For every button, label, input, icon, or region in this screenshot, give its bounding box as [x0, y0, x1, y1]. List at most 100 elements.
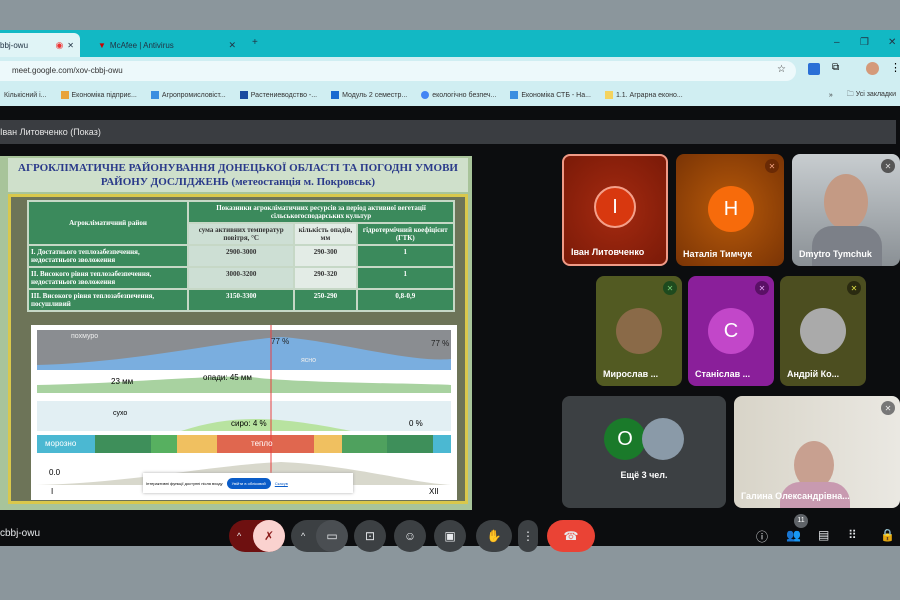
bookmark[interactable]: 1.1. Аграрна еконо...: [604, 91, 683, 99]
people-icon[interactable]: 👥: [786, 528, 801, 542]
star-icon[interactable]: ☆: [777, 64, 786, 75]
temperature-strip: [37, 435, 451, 453]
participant-name: Мирослав ...: [603, 369, 659, 379]
header-cell: сума активних температур повітря, °С: [186, 222, 296, 246]
climate-chart: похмуро 77 % 77 % ясно 23 мм опади: 45 м…: [31, 325, 457, 500]
emoji-icon: ☺: [403, 529, 417, 543]
dry-label: сухо: [113, 410, 128, 417]
cloud-peak-label: 77 %: [271, 337, 290, 346]
participant-tile[interactable]: ✕ Dmytro Tymchuk: [792, 154, 900, 266]
camera-button[interactable]: ▭: [316, 520, 348, 552]
humid-peak-label: сиро: 4 %: [231, 419, 267, 428]
more-participants-tile[interactable]: О Ещё 3 чел.: [562, 396, 726, 508]
menu-icon[interactable]: ⋮: [890, 61, 900, 74]
tab-label: cbbj-owu: [0, 40, 29, 50]
cloud-label: похмуро: [71, 333, 99, 340]
bookmark-icon: [604, 91, 613, 99]
login-popup: Інтерактивні функції доступні після вход…: [143, 473, 353, 493]
bookmark[interactable]: Кількісний і...: [4, 92, 47, 99]
tab-mcafee[interactable]: ▼ McAfee | Antivirus ✕: [92, 33, 242, 57]
cell: 0,8-0,9: [355, 288, 456, 312]
header-cell: гідротермічний коефіцієнт (ГТК): [355, 222, 456, 246]
mic-off-button[interactable]: ✗: [253, 520, 285, 552]
present-button[interactable]: ⊡: [354, 520, 386, 552]
mic-off-icon: ✕: [755, 281, 769, 295]
present-icon: ⊡: [364, 529, 376, 543]
new-tab-button[interactable]: +: [252, 37, 258, 48]
presented-slide: АГРОКЛІМАТИЧНЕ РАЙОНУВАННЯ ДОНЕЦЬКОЇ ОБЛ…: [0, 156, 472, 510]
participant-tile[interactable]: ✕ С Станіслав ...: [688, 276, 774, 386]
cell: 2900-3000: [186, 244, 296, 268]
host-controls-icon[interactable]: 🔒: [880, 528, 895, 542]
bookmark[interactable]: Агропромисловіст...: [150, 91, 226, 99]
tab-meet[interactable]: cbbj-owu ◉✕: [0, 33, 80, 57]
participant-count-badge: 11: [794, 514, 808, 528]
participant-tile[interactable]: І Іван Литовченко: [562, 154, 668, 266]
bookmark[interactable]: екологічно безпеч...: [421, 91, 496, 99]
participant-tile[interactable]: ✕ Андрій Ко...: [780, 276, 866, 386]
bookmark-label: Економіка підприє...: [71, 91, 137, 99]
avatar: С: [708, 308, 754, 354]
warm-label: тепло: [251, 439, 273, 448]
participant-tile[interactable]: ✕ Мирослав ...: [596, 276, 682, 386]
participant-name: Андрій Ко...: [787, 369, 840, 379]
bookmark-icon: [150, 91, 159, 99]
bookmark[interactable]: Модуль 2 семестр...: [331, 91, 407, 99]
close-tab-icon[interactable]: ✕: [228, 40, 236, 51]
url-input[interactable]: meet.google.com/xov-cbbj-owu ☆: [0, 61, 796, 81]
close-window-button[interactable]: ✕: [888, 37, 896, 48]
meeting-info-icon[interactable]: ⓘ: [756, 528, 768, 545]
hand-icon: ✋: [486, 529, 502, 543]
bookmark[interactable]: Економіка СТБ - На...: [510, 91, 591, 99]
cell: 290-320: [293, 266, 358, 290]
participant-name: Іван Литовченко: [571, 247, 645, 257]
profile-avatar[interactable]: [866, 62, 879, 75]
popup-cancel-link[interactable]: Скасув: [275, 481, 288, 486]
participant-tile[interactable]: ✕ Н Наталія Тимчук: [676, 154, 784, 266]
mic-off-icon: ✕: [663, 281, 677, 295]
activities-icon[interactable]: ⠿: [848, 528, 857, 542]
captions-button[interactable]: ▣: [434, 520, 466, 552]
table-row: ІІ. Високого рівня теплозабезпечення, не…: [27, 266, 456, 290]
cell: І. Достатнього теплозабезпечення, недост…: [27, 244, 189, 268]
bookmark[interactable]: Економіка підприє...: [60, 91, 137, 99]
participant-name: Наталія Тимчук: [683, 249, 752, 259]
hang-up-icon: ☎: [563, 529, 579, 543]
extensions-puzzle-icon[interactable]: ⧉: [832, 62, 839, 73]
raise-hand-button[interactable]: ✋: [476, 520, 512, 552]
slide-title: АГРОКЛІМАТИЧНЕ РАЙОНУВАННЯ ДОНЕЦЬКОЇ ОБЛ…: [8, 158, 468, 192]
popup-text: Інтерактивні функції доступні після вход…: [146, 480, 223, 486]
avatar: Н: [708, 186, 754, 232]
table-row: ІІІ. Високого рівня теплозабезпечення, п…: [27, 288, 456, 312]
participant-name: Dmytro Tymchuk: [799, 249, 872, 259]
cloud-end-label: 77 %: [431, 339, 450, 348]
header-group: Показники агрокліматичних ресурсів за пе…: [187, 200, 455, 224]
more-options-button[interactable]: ⋮: [518, 520, 538, 552]
reactions-button[interactable]: ☺: [394, 520, 426, 552]
recording-icon: ◉: [55, 39, 64, 50]
bookmark-icon: [60, 91, 69, 99]
month-end-label: XII: [429, 487, 439, 496]
leave-call-button[interactable]: ☎: [547, 520, 595, 552]
participant-tile[interactable]: ✕ Галина Олександрівна...: [734, 396, 900, 508]
all-bookmarks[interactable]: 🗀 Усі закладки: [847, 90, 896, 101]
bookmark-label: 1.1. Аграрна еконо...: [615, 91, 683, 99]
folder-icon: 🗀: [846, 90, 856, 98]
more-bookmarks-button[interactable]: »: [829, 92, 833, 99]
camera-icon: ▭: [326, 529, 338, 543]
close-tab-icon[interactable]: ✕: [67, 41, 74, 50]
bookmark-label: Модуль 2 семестр...: [342, 91, 408, 99]
minimize-button[interactable]: –: [834, 37, 840, 48]
captions-icon: ▣: [444, 529, 456, 543]
extension-icon[interactable]: [808, 63, 820, 75]
cell: ІІ. Високого рівня теплозабезпечення, не…: [27, 266, 189, 290]
address-bar-row: meet.google.com/xov-cbbj-owu ☆ ⧉ ⋮: [0, 57, 900, 84]
participant-video: [824, 174, 868, 230]
bookmark[interactable]: Растениеводство -...: [239, 91, 317, 99]
popup-login-button[interactable]: Увійти в обліковий: [226, 477, 271, 489]
url-text: meet.google.com/xov-cbbj-owu: [12, 66, 123, 75]
presentation-title-bar: Іван Литовченко (Показ): [0, 120, 896, 144]
cell: 1: [355, 266, 456, 290]
chat-icon[interactable]: ▤: [818, 528, 829, 542]
restore-button[interactable]: ❐: [860, 37, 869, 48]
